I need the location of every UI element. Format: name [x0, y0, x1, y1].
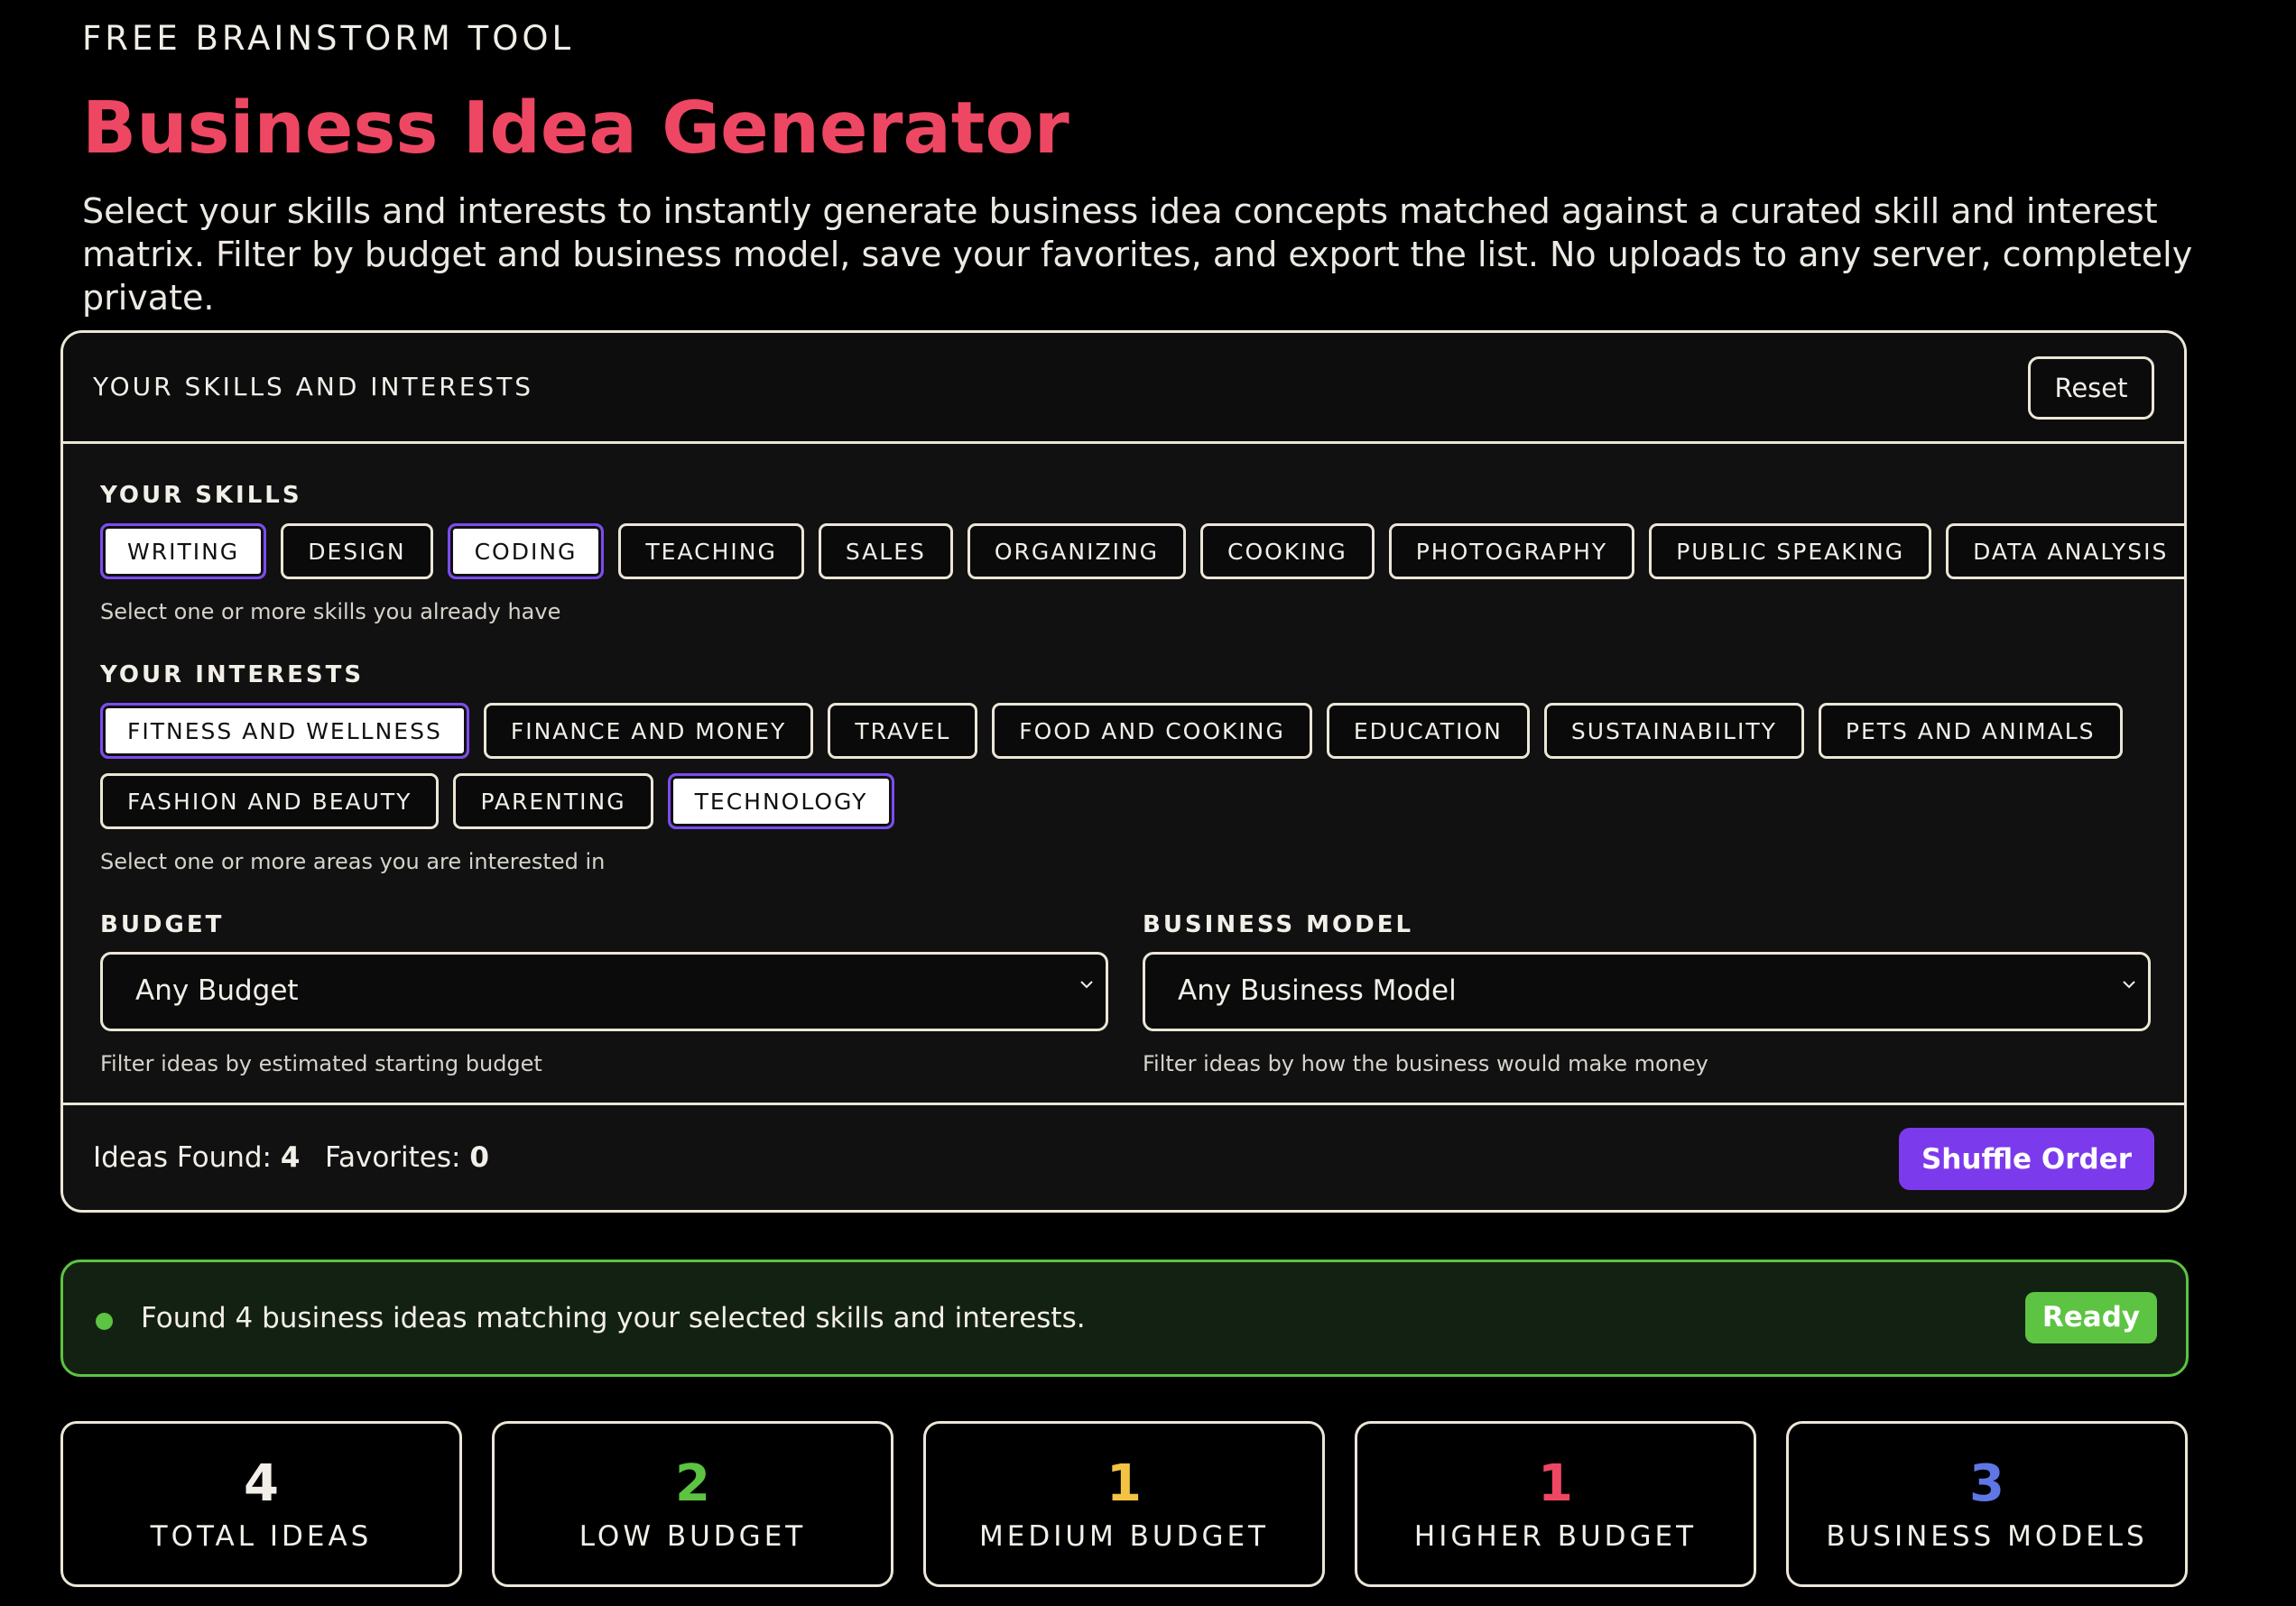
- chevron-down-icon: [1080, 981, 1093, 989]
- stat-value: 4: [244, 1454, 279, 1513]
- page-header: FREE BRAINSTORM TOOL Business Idea Gener…: [82, 0, 2192, 319]
- business-model-select[interactable]: Any Business Model: [1143, 952, 2151, 1031]
- favorites-value: 0: [469, 1141, 489, 1174]
- chip-fitness-and-wellness[interactable]: FITNESS AND WELLNESS: [100, 703, 469, 759]
- status-message: Found 4 business ideas matching your sel…: [141, 1302, 1086, 1334]
- stat-value: 2: [675, 1454, 710, 1513]
- ideas-found-value: 4: [280, 1141, 301, 1174]
- page-description: Select your skills and interests to inst…: [82, 191, 2193, 318]
- skills-chip-row: WRITING DESIGN CODING TEACHING SALES ORGANIZI…: [100, 523, 2184, 579]
- stat-card-business-models: 3 BUSINESS MODELS: [1786, 1421, 2188, 1587]
- skills-section-label: YOUR SKILLS: [100, 482, 302, 509]
- chip-food-and-cooking[interactable]: FOOD AND COOKING: [992, 703, 1312, 759]
- reset-button[interactable]: Reset: [2028, 356, 2154, 420]
- summary-stats: 4 TOTAL IDEAS 2 LOW BUDGET 1 MEDIUM BUDGET 1 HI…: [60, 1421, 2189, 1587]
- chip-pets-and-animals[interactable]: PETS AND ANIMALS: [1818, 703, 2123, 759]
- page-title: Business Idea Generator: [82, 87, 1069, 170]
- panel-body: YOUR SKILLS WRITING DESIGN CODING TEACHING S…: [63, 444, 2184, 1103]
- panel-footer: Ideas Found: 4 Favorites: 0 Shuffle Orde…: [63, 1103, 2184, 1210]
- chip-writing[interactable]: WRITING: [100, 523, 267, 579]
- chip-parenting[interactable]: PARENTING: [453, 773, 653, 829]
- chip-travel[interactable]: TRAVEL: [828, 703, 978, 759]
- shuffle-order-button[interactable]: Shuffle Order: [1899, 1128, 2154, 1190]
- business-model-helper-text: Filter ideas by how the business would m…: [1143, 1051, 1708, 1076]
- stat-label: LOW BUDGET: [579, 1520, 807, 1553]
- budget-label: BUDGET: [100, 911, 225, 938]
- chip-teaching[interactable]: TEACHING: [618, 523, 804, 579]
- ideas-found-label: Ideas Found:: [93, 1141, 273, 1174]
- stat-value: 3: [1969, 1454, 2004, 1513]
- business-model-select-value: Any Business Model: [1178, 974, 1457, 1007]
- status-banner: Found 4 business ideas matching your sel…: [60, 1260, 2189, 1377]
- status-dot-icon: [96, 1313, 113, 1330]
- panel-header: YOUR SKILLS AND INTERESTS Reset: [63, 333, 2184, 444]
- chip-public-speaking[interactable]: PUBLIC SPEAKING: [1649, 523, 1932, 579]
- ideas-found-counter: Ideas Found: 4: [93, 1141, 300, 1174]
- stat-value: 1: [1106, 1454, 1142, 1513]
- panel-title: YOUR SKILLS AND INTERESTS: [93, 372, 534, 402]
- chip-sales[interactable]: SALES: [818, 523, 953, 579]
- stat-label: HIGHER BUDGET: [1413, 1520, 1698, 1553]
- business-model-label: BUSINESS MODEL: [1143, 911, 1414, 938]
- chip-coding[interactable]: CODING: [447, 523, 605, 579]
- chip-sustainability[interactable]: SUSTAINABILITY: [1543, 703, 1804, 759]
- chip-finance-and-money[interactable]: FINANCE AND MONEY: [483, 703, 814, 759]
- status-badge: Ready: [2025, 1292, 2157, 1343]
- chip-technology[interactable]: TECHNOLOGY: [667, 773, 895, 829]
- chip-cooking[interactable]: COOKING: [1200, 523, 1375, 579]
- chip-fashion-and-beauty[interactable]: FASHION AND BEAUTY: [100, 773, 440, 829]
- interests-chip-row: FITNESS AND WELLNESS FINANCE AND MONEY TRA…: [100, 703, 2123, 759]
- skills-helper-text: Select one or more skills you already ha…: [100, 599, 561, 624]
- stat-label: BUSINESS MODELS: [1826, 1520, 2148, 1553]
- stat-label: TOTAL IDEAS: [150, 1520, 373, 1553]
- budget-select-value: Any Budget: [135, 974, 299, 1007]
- eyebrow-label: FREE BRAINSTORM TOOL: [82, 19, 575, 58]
- budget-select[interactable]: Any Budget: [100, 952, 1108, 1031]
- stat-label: MEDIUM BUDGET: [978, 1520, 1269, 1553]
- chip-design[interactable]: DESIGN: [281, 523, 433, 579]
- budget-helper-text: Filter ideas by estimated starting budge…: [100, 1051, 542, 1076]
- chevron-down-icon: [2123, 981, 2135, 989]
- stat-card-higher-budget: 1 HIGHER BUDGET: [1355, 1421, 1756, 1587]
- favorites-counter: Favorites: 0: [325, 1141, 489, 1174]
- stat-value: 1: [1538, 1454, 1573, 1513]
- chip-data-analysis[interactable]: DATA ANALYSIS: [1946, 523, 2184, 579]
- interests-helper-text: Select one or more areas you are interes…: [100, 849, 606, 874]
- interests-chip-row: FASHION AND BEAUTY PARENTING TECHNOLOGY: [100, 773, 895, 829]
- stat-card-total-ideas: 4 TOTAL IDEAS: [60, 1421, 462, 1587]
- chip-photography[interactable]: PHOTOGRAPHY: [1388, 523, 1635, 579]
- chip-organizing[interactable]: ORGANIZING: [967, 523, 1187, 579]
- favorites-label: Favorites:: [325, 1141, 461, 1174]
- interests-section-label: YOUR INTERESTS: [100, 661, 365, 688]
- chip-education[interactable]: EDUCATION: [1326, 703, 1530, 759]
- skills-interests-panel: YOUR SKILLS AND INTERESTS Reset YOUR SKI…: [60, 330, 2187, 1213]
- stat-card-medium-budget: 1 MEDIUM BUDGET: [923, 1421, 1325, 1587]
- stat-card-low-budget: 2 LOW BUDGET: [492, 1421, 893, 1587]
